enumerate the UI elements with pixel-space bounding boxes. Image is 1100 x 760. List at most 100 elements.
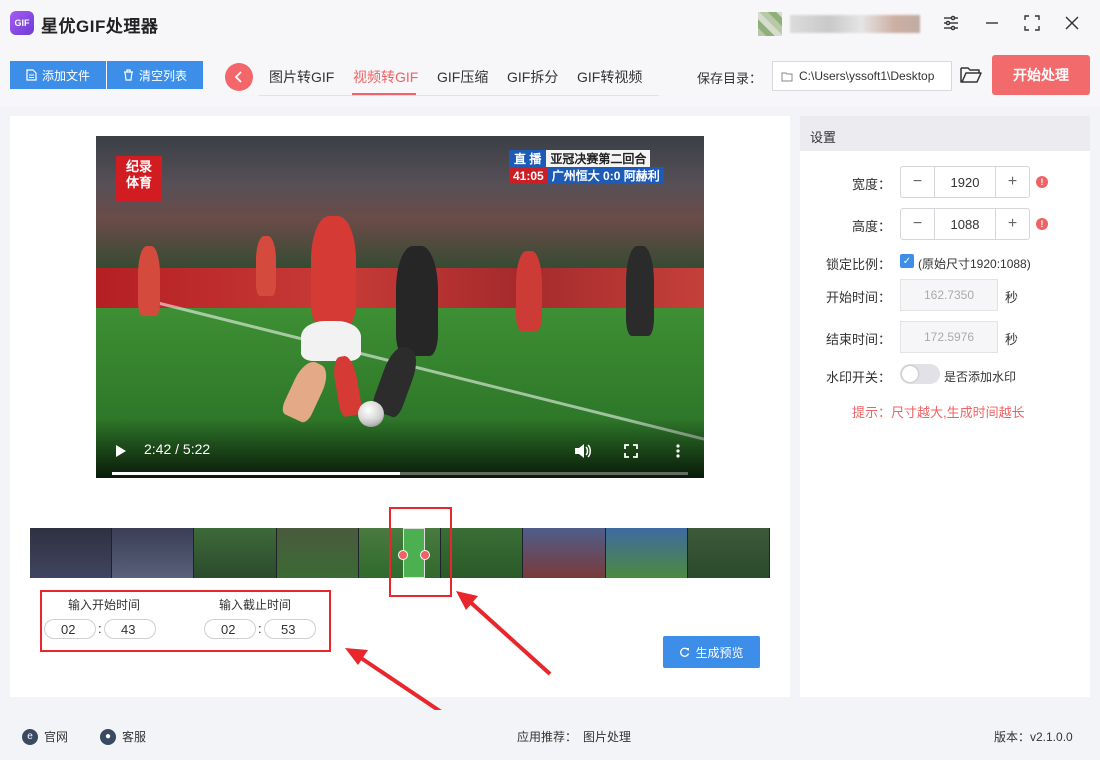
start-minute-input[interactable]: 02: [44, 619, 96, 639]
save-dir-input[interactable]: C:\Users\yssoft1\Desktop: [772, 61, 952, 91]
app-window: GIF 星优GIF处理器 添加文件 清空列表 图片转GIF 视频转GIF GIF…: [0, 0, 1100, 760]
back-button[interactable]: [225, 63, 253, 91]
website-link[interactable]: e 官网: [22, 728, 68, 745]
play-button[interactable]: [114, 444, 128, 463]
support-label: 客服: [122, 730, 147, 744]
lock-ratio-label: 锁定比例：: [826, 257, 892, 272]
timeline-frame: [687, 528, 770, 578]
app-recommend: 应用推荐： 图片处理: [517, 728, 631, 745]
height-input[interactable]: 1088: [934, 209, 996, 239]
tab-image-to-gif[interactable]: 图片转GIF: [269, 67, 334, 87]
watermark-label: 水印开关：: [826, 370, 892, 385]
time-colon: :: [258, 621, 262, 636]
clear-list-button[interactable]: 清空列表: [107, 61, 203, 89]
start-processing-button[interactable]: 开始处理: [992, 55, 1090, 95]
fullscreen-icon: [624, 444, 638, 458]
video-player[interactable]: 纪录 体育 直 播 亚冠决赛第二回合 41:05 广州恒大 0:0 阿赫利 2:…: [96, 136, 704, 478]
live-tag: 直 播: [509, 150, 547, 167]
add-file-button[interactable]: 添加文件: [10, 61, 106, 89]
support-link[interactable]: ● 客服: [100, 728, 146, 745]
close-button[interactable]: [1059, 10, 1085, 36]
end-minute-input[interactable]: 02: [204, 619, 256, 639]
recommend-app-link[interactable]: 图片处理: [583, 728, 631, 745]
folder-small-icon: [781, 72, 793, 81]
lock-ratio-checkbox[interactable]: ✓: [900, 254, 914, 268]
width-warning-icon: !: [1036, 176, 1048, 188]
clear-list-label: 清空列表: [138, 68, 187, 83]
end-time-label: 结束时间：: [826, 332, 892, 347]
tab-gif-split[interactable]: GIF拆分: [507, 67, 558, 87]
close-icon: [1065, 16, 1079, 30]
player-bg-3: [516, 251, 542, 331]
minimize-icon: [986, 22, 998, 24]
toolbar: 添加文件 清空列表 图片转GIF 视频转GIF GIF压缩 GIF拆分 GIF转…: [0, 46, 1100, 106]
watermark-toggle[interactable]: [900, 364, 940, 384]
broadcast-logo-line1: 纪录: [125, 159, 152, 174]
start-second-input[interactable]: 43: [104, 619, 156, 639]
video-progress-bar[interactable]: [112, 472, 688, 475]
chat-bubble-icon: ●: [100, 728, 116, 745]
generate-preview-button[interactable]: 生成预览: [663, 636, 760, 668]
timeline-frame: [194, 528, 277, 578]
tab-gif-compress[interactable]: GIF压缩: [437, 67, 488, 87]
end-second-input[interactable]: 53: [264, 619, 316, 639]
timeline-frame: [605, 528, 688, 578]
user-avatar[interactable]: [758, 12, 782, 36]
settings-icon[interactable]: [938, 10, 964, 36]
height-decrement-button[interactable]: −: [901, 209, 934, 239]
refresh-icon: [680, 647, 690, 657]
minimize-button[interactable]: [979, 10, 1005, 36]
video-editor-panel: 纪录 体育 直 播 亚冠决赛第二回合 41:05 广州恒大 0:0 阿赫利 2:…: [10, 116, 790, 732]
player-red-main: [311, 216, 356, 326]
tab-video-to-gif[interactable]: 视频转GIF: [353, 67, 418, 87]
active-tab-underline: [352, 93, 416, 95]
trash-icon: [123, 69, 133, 81]
timeline-frame: [112, 528, 195, 578]
start-time-value: 162.7350: [900, 279, 998, 311]
more-vertical-icon: [676, 444, 680, 458]
folder-open-icon: [960, 67, 982, 83]
player-bg-4: [626, 246, 654, 336]
more-options-button[interactable]: [676, 444, 680, 463]
title-bar: GIF 星优GIF处理器: [0, 0, 1100, 46]
broadcast-logo-line2: 体育: [125, 175, 152, 190]
time-colon: :: [98, 621, 102, 636]
browser-e-icon: e: [22, 728, 38, 745]
height-warning-icon: !: [1036, 218, 1048, 230]
original-size-note: (原始尺寸1920:1088): [918, 257, 1031, 271]
player-black-main: [396, 246, 438, 356]
player-bg-1: [138, 246, 160, 316]
height-stepper: − 1088 +: [900, 208, 1030, 240]
generate-preview-label: 生成预览: [695, 645, 744, 660]
size-tip: 提示：尺寸越大,生成时间越长: [852, 405, 1025, 420]
start-seconds-unit: 秒: [1005, 290, 1019, 305]
file-icon: [26, 69, 37, 81]
video-progress-fill: [112, 472, 400, 475]
volume-icon: [575, 444, 591, 458]
tab-gif-to-video[interactable]: GIF转视频: [577, 67, 642, 87]
volume-button[interactable]: [574, 443, 592, 464]
app-logo-icon: GIF: [10, 11, 34, 35]
start-time-label: 开始时间：: [826, 290, 892, 305]
play-icon: [116, 445, 126, 457]
width-decrement-button[interactable]: −: [901, 167, 934, 197]
player-bg-2: [256, 236, 276, 296]
width-input[interactable]: 1920: [934, 167, 996, 197]
highlight-box-timeline: [389, 507, 452, 597]
browse-folder-button[interactable]: [960, 65, 982, 85]
video-controls: 2:42 / 5:22: [96, 418, 704, 478]
fullscreen-button[interactable]: [624, 444, 638, 463]
match-clock: 41:05: [509, 167, 548, 184]
match-title: 亚冠决赛第二回合: [546, 150, 651, 167]
broadcast-logo: 纪录 体育: [116, 156, 162, 202]
user-name-blurred[interactable]: [790, 15, 920, 33]
width-increment-button[interactable]: +: [996, 167, 1029, 197]
maximize-button[interactable]: [1019, 10, 1045, 36]
timeline-frame: [276, 528, 359, 578]
height-increment-button[interactable]: +: [996, 209, 1029, 239]
footer: e 官网 ● 客服 应用推荐： 图片处理 版本：v2.1.0.0: [0, 710, 1100, 760]
maximize-icon: [1024, 15, 1040, 31]
end-seconds-unit: 秒: [1005, 332, 1019, 347]
timeline-frame: [523, 528, 606, 578]
recommend-label: 应用推荐：: [517, 730, 578, 744]
